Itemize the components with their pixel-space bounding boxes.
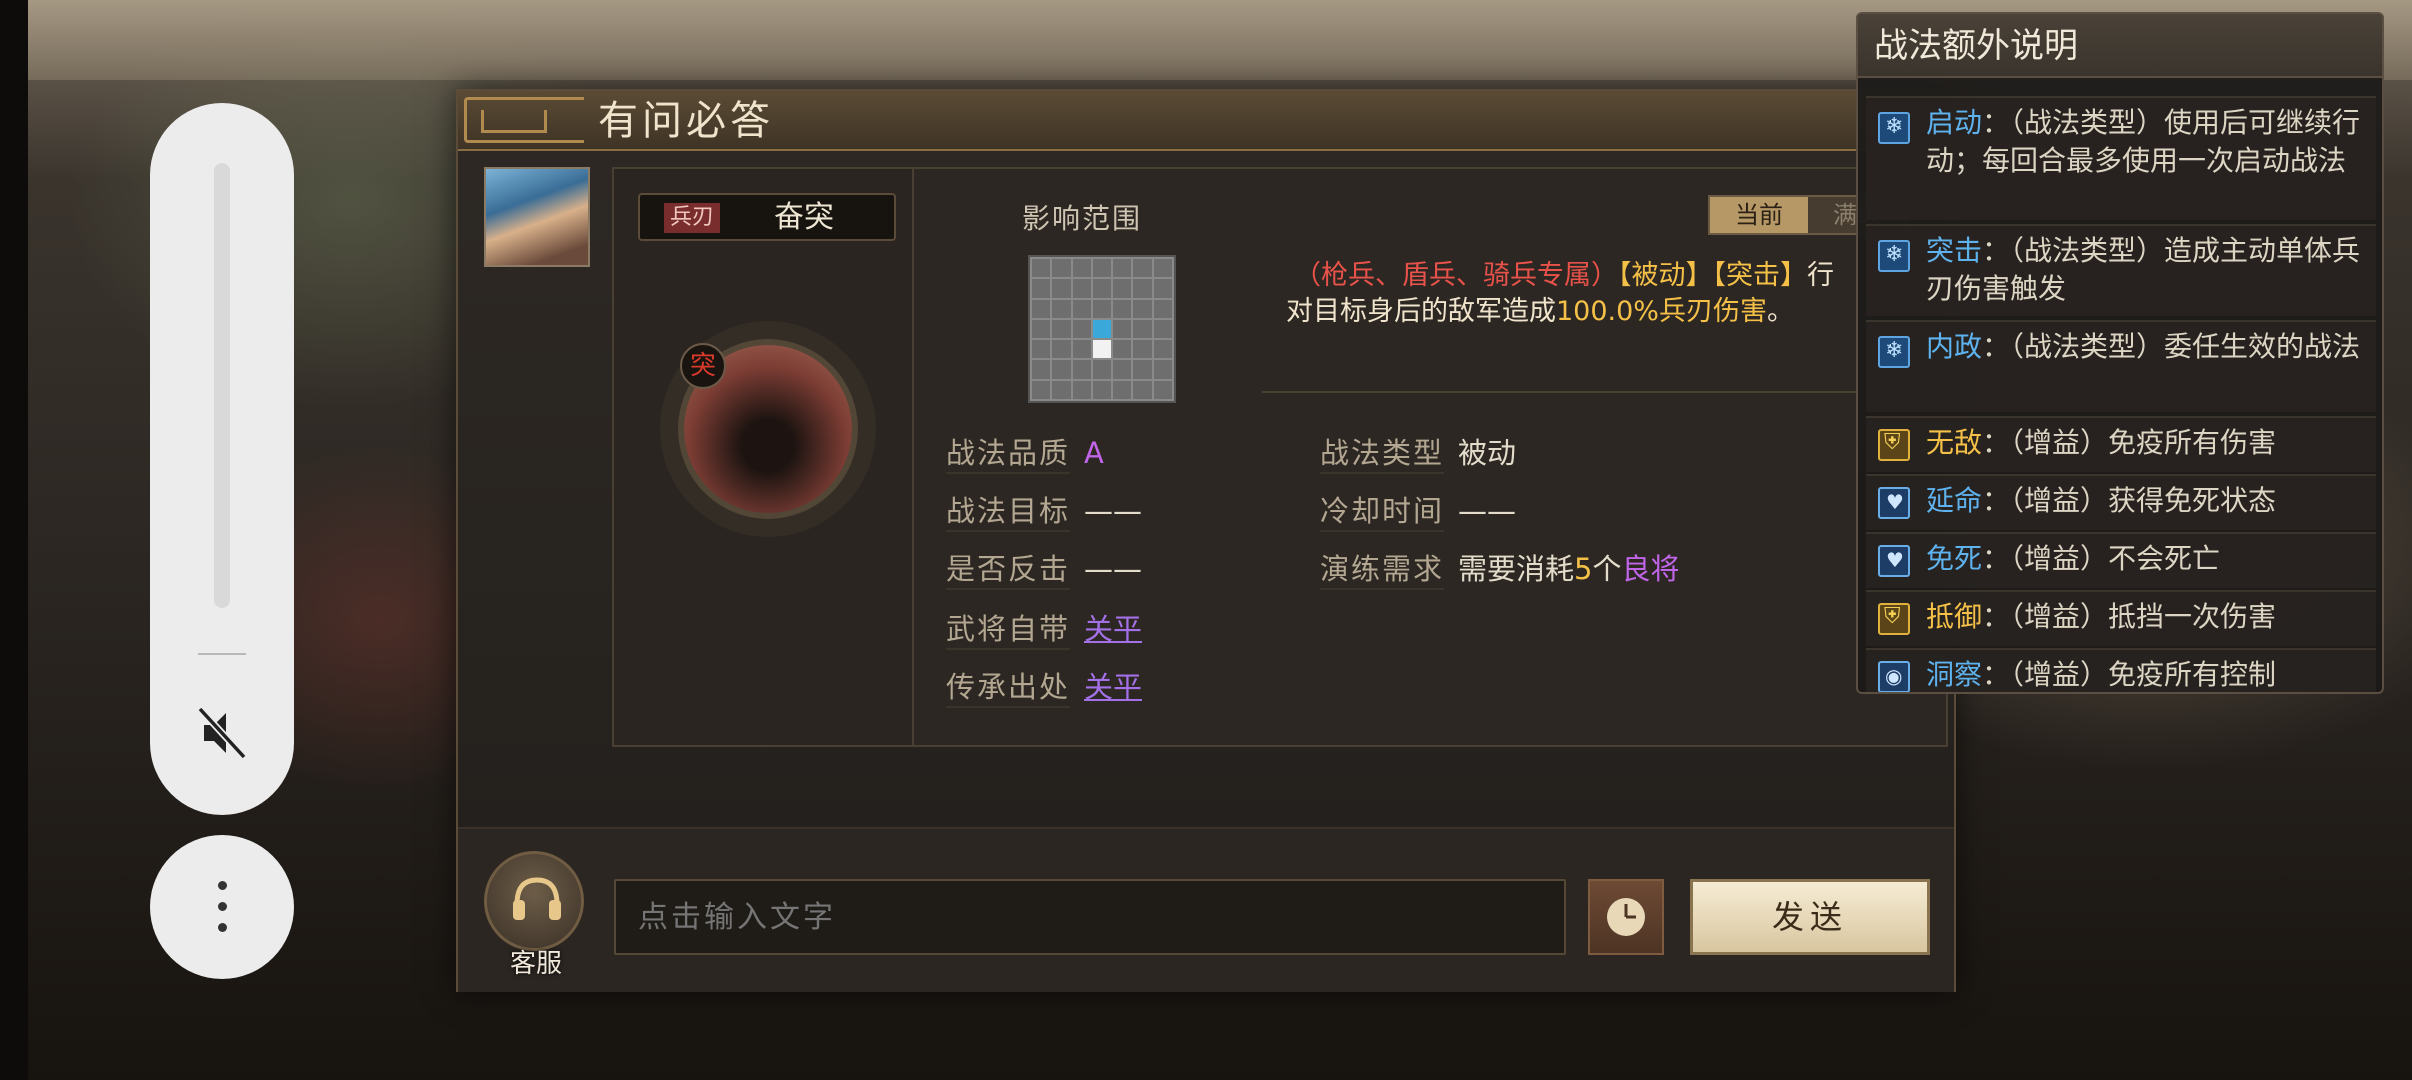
stat-quality: 战法品质 A (946, 433, 1104, 474)
range-label: 影响范围 (1022, 202, 1143, 235)
send-button[interactable]: 发送 (1690, 879, 1930, 955)
range-target-cell (1092, 319, 1112, 339)
term-row: 突击：（战法类型）造成主动单体兵刃伤害触发 (1866, 224, 2376, 316)
tab-current[interactable]: 当前 (1710, 197, 1808, 233)
more-options-button[interactable] (150, 835, 294, 979)
range-grid (1028, 255, 1176, 403)
inheritance-source-link[interactable]: 关平 (1084, 670, 1142, 704)
dialog-header: 有问必答 (458, 91, 1954, 151)
mute-icon[interactable] (194, 703, 250, 763)
snowflake-icon (1878, 240, 1910, 272)
term-row: 延命：（增益）获得免死状态 (1866, 474, 2376, 530)
blue-shield-icon (1878, 487, 1910, 519)
skill-terms-tooltip: 战法额外说明 启动：（战法类型）使用后可继续行动；每回合最多使用一次启动战法 突… (1856, 12, 2384, 694)
stat-owner-general: 武将自带 关平 (946, 609, 1142, 650)
eye-icon (1878, 661, 1910, 692)
stat-training-requirement: 演练需求 需要消耗5个良将 (1320, 549, 1680, 590)
customer-service-button[interactable]: 客服 (484, 851, 588, 979)
term-row: 内政：（战法类型）委任生效的战法 (1866, 320, 2376, 412)
general-avatar[interactable] (484, 167, 590, 267)
assault-mark-icon: 突 (680, 343, 726, 389)
stat-counterattack: 是否反击 —— (946, 549, 1142, 590)
term-row: 洞察：（增益）免疫所有控制 (1866, 648, 2376, 692)
gold-shield-icon (1878, 603, 1910, 635)
customer-service-label: 客服 (509, 949, 562, 979)
volume-divider (198, 653, 246, 655)
headset-icon (484, 851, 584, 951)
term-row: 抵御：（增益）抵挡一次伤害 (1866, 590, 2376, 646)
skill-description-line-2: 对目标身后的敌军造成100.0%兵刃伤害。 (1286, 296, 1794, 327)
term-row: 免死：（增益）不会死亡 (1866, 532, 2376, 588)
skill-description-line-1: （枪兵、盾兵、骑兵专属）【被动】【突击】行 (1294, 260, 1834, 291)
chat-input-bar: 客服 发送 (458, 827, 1954, 992)
description-divider (1262, 391, 1948, 393)
qa-dialog: 有问必答 兵刃 奋突 突 影响范围 当前 满级 （枪兵、 (456, 89, 1956, 992)
term-row: 启动：（战法类型）使用后可继续行动；每回合最多使用一次启动战法 (1866, 96, 2376, 220)
message-input[interactable] (614, 879, 1566, 955)
snowflake-icon (1878, 336, 1910, 368)
term-row: 无敌：（增益）免疫所有伤害 (1866, 416, 2376, 472)
skill-name: 奋突 (774, 200, 834, 235)
skill-summary-column: 兵刃 奋突 突 (614, 169, 914, 745)
stat-cooldown: 冷却时间 —— (1320, 491, 1516, 532)
screen-left-edge (0, 0, 28, 1080)
skill-emblem-image: 突 (678, 339, 858, 519)
history-button[interactable] (1588, 879, 1664, 955)
tooltip-title: 战法额外说明 (1874, 26, 2078, 66)
volume-panel (150, 103, 294, 815)
owner-general-link[interactable]: 关平 (1084, 612, 1142, 646)
snowflake-icon (1878, 112, 1910, 144)
skill-detail-panel: 兵刃 奋突 突 影响范围 当前 满级 （枪兵、盾兵、骑兵专属）【被动】【突击】行… (612, 167, 1948, 747)
gold-shield-icon (1878, 429, 1910, 461)
tooltip-header: 战法额外说明 (1858, 14, 2382, 78)
clock-icon (1607, 898, 1645, 936)
range-self-cell (1092, 340, 1112, 359)
more-vertical-icon (214, 881, 230, 933)
header-ornament (464, 97, 584, 143)
blue-shield-icon (1878, 545, 1910, 577)
stat-target: 战法目标 —— (946, 491, 1142, 532)
dialog-title: 有问必答 (598, 98, 774, 144)
stat-inheritance-source: 传承出处 关平 (946, 667, 1142, 708)
stat-skill-type: 战法类型 被动 (1320, 433, 1516, 474)
skill-type-badge: 兵刃 (664, 203, 721, 233)
skill-name-plate: 兵刃 奋突 (638, 193, 896, 241)
volume-slider[interactable] (214, 163, 230, 608)
